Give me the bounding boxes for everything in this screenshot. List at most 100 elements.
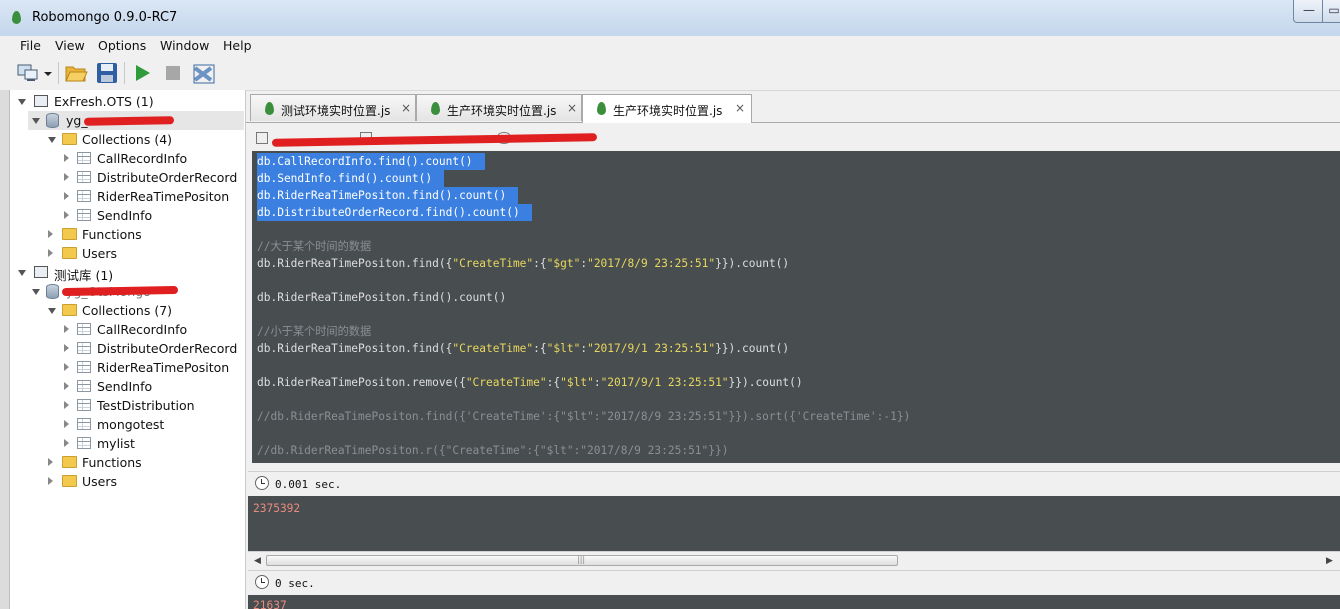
run-icon[interactable]	[131, 62, 155, 84]
grip-icon: |||	[577, 555, 586, 564]
scrollbar-thumb[interactable]: |||	[266, 555, 898, 566]
dropdown-icon[interactable]	[42, 62, 54, 84]
collapse-arrow-icon[interactable]	[32, 118, 40, 124]
collection-table-icon	[77, 380, 91, 392]
collection-name: CallRecordInfo	[97, 151, 188, 166]
result-output[interactable]: 2375392	[248, 496, 1340, 551]
tree-collection-item[interactable]: CallRecordInfo	[60, 320, 244, 339]
collection-table-icon	[77, 171, 91, 183]
window-title: Robomongo 0.9.0-RC7	[32, 10, 178, 25]
collapse-arrow-icon[interactable]	[48, 308, 56, 314]
tab-query-1[interactable]: 测试环境实时位置.js ×	[250, 94, 416, 121]
functions-label: Functions	[82, 455, 142, 470]
code-line: db.RiderReaTimePositon.find({"CreateTime…	[257, 340, 789, 357]
tab-label: 生产环境实时位置.js	[447, 104, 557, 118]
close-icon[interactable]: ×	[567, 101, 577, 115]
tree-collection-item[interactable]: DistributeOrderRecord	[60, 339, 244, 358]
scroll-left-icon[interactable]: ◀	[254, 556, 261, 566]
tree-collection-item[interactable]: CallRecordInfo	[60, 149, 244, 168]
tree-collection-item[interactable]: mylist	[60, 434, 244, 453]
tree-collection-item[interactable]: mongotest	[60, 415, 244, 434]
tree-functions-folder[interactable]: Functions	[44, 225, 244, 244]
tree-collection-item[interactable]: SendInfo	[60, 206, 244, 225]
refresh-icon[interactable]	[191, 62, 219, 84]
folder-icon	[62, 456, 77, 468]
tree-server-test[interactable]: 测试库 (1)	[14, 263, 244, 283]
expand-arrow-icon[interactable]	[48, 458, 53, 466]
collection-name: DistributeOrderRecord	[97, 341, 238, 356]
close-icon[interactable]: ×	[735, 101, 745, 115]
scroll-right-icon[interactable]: ▶	[1326, 556, 1333, 566]
connect-icon[interactable]	[16, 62, 40, 84]
expand-arrow-icon[interactable]	[48, 230, 53, 238]
expand-arrow-icon[interactable]	[64, 401, 69, 409]
folder-icon	[62, 475, 77, 487]
tab-query-2[interactable]: 生产环境实时位置.js ×	[416, 94, 582, 121]
tree-collections-folder[interactable]: Collections (7)	[44, 301, 244, 320]
collapse-arrow-icon[interactable]	[18, 270, 26, 276]
collection-table-icon	[77, 361, 91, 373]
expand-arrow-icon[interactable]	[48, 477, 53, 485]
tree-collection-item[interactable]: TestDistribution	[60, 396, 244, 415]
menu-bar: File View Options Window Help	[0, 36, 1340, 56]
tab-query-3[interactable]: 生产环境实时位置.js ×	[582, 94, 752, 123]
database-icon	[46, 284, 59, 299]
tree-users-folder[interactable]: Users	[44, 472, 244, 491]
collapse-arrow-icon[interactable]	[18, 99, 26, 105]
menu-file[interactable]: File	[20, 38, 41, 53]
tree-collection-item[interactable]: RiderReaTimePositon	[60, 187, 244, 206]
clock-icon	[255, 575, 269, 589]
expand-arrow-icon[interactable]	[64, 325, 69, 333]
menu-options[interactable]: Options	[98, 38, 146, 53]
menu-help[interactable]: Help	[223, 38, 252, 53]
expand-arrow-icon[interactable]	[64, 154, 69, 162]
code-token: db.RiderReaTimePositon.find({	[257, 257, 453, 270]
expand-arrow-icon[interactable]	[64, 211, 69, 219]
stop-icon[interactable]	[161, 62, 185, 84]
code-line: db.RiderReaTimePositon.remove({"CreateTi…	[257, 374, 803, 391]
tree-server-exfresh[interactable]: ExFresh.OTS (1)	[14, 92, 244, 111]
expand-arrow-icon[interactable]	[64, 344, 69, 352]
menu-view[interactable]: View	[55, 38, 85, 53]
tree-collection-item[interactable]: DistributeOrderRecord	[60, 168, 244, 187]
tree-database-2[interactable]: yg_OtsMongo	[28, 282, 244, 301]
mongo-leaf-icon	[431, 102, 440, 115]
expand-arrow-icon[interactable]	[64, 363, 69, 371]
tree-collections-folder[interactable]: Collections (4)	[44, 130, 244, 149]
tree-users-folder[interactable]: Users	[44, 244, 244, 263]
minimize-button[interactable]: —	[1293, 0, 1325, 23]
tree-database-1[interactable]: yg_	[28, 111, 244, 130]
toolbar	[0, 56, 1340, 91]
collapse-arrow-icon[interactable]	[48, 137, 56, 143]
expand-arrow-icon[interactable]	[64, 420, 69, 428]
redaction-mark	[61, 285, 179, 297]
tree-functions-folder[interactable]: Functions	[44, 453, 244, 472]
collapse-arrow-icon[interactable]	[32, 289, 40, 295]
expand-arrow-icon[interactable]	[64, 382, 69, 390]
robomongo-logo-icon	[12, 11, 21, 24]
expand-arrow-icon[interactable]	[64, 173, 69, 181]
result-output[interactable]: 21637	[248, 595, 1340, 609]
database-explorer: ExFresh.OTS (1) yg_ Collections (4) Call…	[10, 90, 246, 609]
expand-arrow-icon[interactable]	[48, 249, 53, 257]
collection-table-icon	[77, 399, 91, 411]
horizontal-scrollbar[interactable]: ◀ ||| ▶	[248, 551, 1340, 570]
save-icon[interactable]	[95, 62, 119, 84]
collection-name: SendInfo	[97, 208, 153, 223]
tree-collection-item[interactable]: SendInfo	[60, 377, 244, 396]
expand-arrow-icon[interactable]	[64, 192, 69, 200]
close-icon[interactable]: ×	[401, 101, 411, 115]
query-editor[interactable]: db.CallRecordInfo.find().count() db.Send…	[252, 151, 1340, 463]
open-folder-icon[interactable]	[64, 62, 88, 84]
code-line: db.CallRecordInfo.find().count()	[257, 153, 485, 170]
code-token: :{	[546, 376, 561, 389]
expand-arrow-icon[interactable]	[64, 439, 69, 447]
maximize-button[interactable]: ▭	[1322, 0, 1340, 23]
menu-window[interactable]: Window	[160, 38, 209, 53]
collection-name: RiderReaTimePositon	[97, 189, 230, 204]
code-comment: //大于某个时间的数据	[257, 240, 372, 253]
mongo-leaf-icon	[597, 102, 606, 115]
toolbar-separator	[58, 62, 59, 84]
tree-collection-item[interactable]: RiderReaTimePositon	[60, 358, 244, 377]
folder-icon	[62, 228, 77, 240]
